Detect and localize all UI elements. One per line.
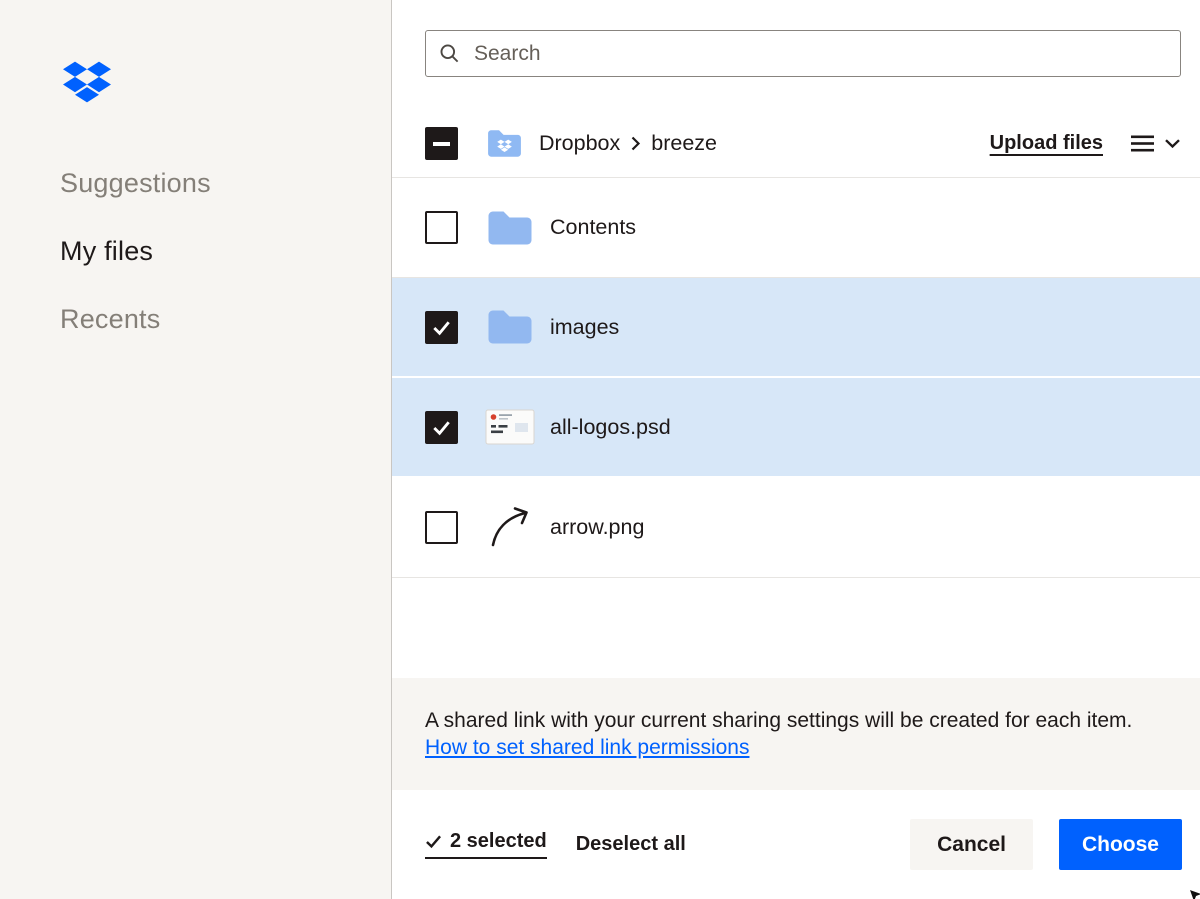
sidebar-item-suggestions[interactable]: Suggestions — [60, 168, 391, 199]
file-row-all-logos-psd[interactable]: all-logos.psd — [392, 378, 1200, 478]
main-panel: Dropbox breeze Upload files — [392, 0, 1200, 899]
sidebar-item-my-files[interactable]: My files — [60, 236, 391, 267]
search-input[interactable] — [425, 30, 1181, 77]
cancel-button[interactable]: Cancel — [910, 819, 1033, 870]
folder-icon — [485, 208, 535, 248]
upload-files-button[interactable]: Upload files — [990, 132, 1103, 155]
file-name: all-logos.psd — [550, 415, 671, 440]
check-icon — [430, 316, 453, 339]
search-text-field[interactable] — [472, 41, 1167, 67]
mouse-cursor — [1185, 885, 1200, 899]
selected-count-label: 2 selected — [450, 830, 547, 853]
breadcrumb-current: breeze — [651, 131, 717, 156]
sidebar: Suggestions My files Recents — [0, 0, 392, 899]
file-row-images[interactable]: images — [392, 278, 1200, 378]
row-checkbox[interactable] — [425, 511, 458, 544]
breadcrumb-root[interactable]: Dropbox — [539, 131, 620, 156]
arrow-thumbnail-icon — [485, 505, 535, 551]
search-icon — [439, 43, 460, 64]
dropbox-logo-icon — [60, 58, 391, 106]
chevron-down-icon — [1164, 138, 1181, 149]
breadcrumb: Dropbox breeze — [539, 131, 717, 156]
file-name: arrow.png — [550, 515, 644, 540]
header-actions: Upload files — [990, 132, 1181, 155]
psd-thumbnail-icon — [485, 407, 535, 447]
check-icon — [430, 416, 453, 439]
row-checkbox[interactable] — [425, 411, 458, 444]
search-area — [392, 0, 1200, 110]
empty-list-space — [392, 578, 1200, 678]
list-header: Dropbox breeze Upload files — [392, 110, 1200, 178]
shared-link-notice: A shared link with your current sharing … — [392, 678, 1200, 790]
file-name: Contents — [550, 215, 636, 240]
notice-text: A shared link with your current sharing … — [425, 709, 1132, 732]
choose-button[interactable]: Choose — [1059, 819, 1182, 870]
list-view-icon — [1130, 134, 1155, 153]
folder-icon — [485, 307, 535, 347]
row-checkbox[interactable] — [425, 211, 458, 244]
sidebar-item-recents[interactable]: Recents — [60, 304, 391, 335]
file-row-arrow-png[interactable]: arrow.png — [392, 478, 1200, 578]
file-row-contents[interactable]: Contents — [392, 178, 1200, 278]
shared-link-permissions-link[interactable]: How to set shared link permissions — [425, 736, 749, 759]
check-icon — [425, 834, 442, 849]
chevron-right-icon — [630, 135, 641, 152]
file-name: images — [550, 315, 619, 340]
row-checkbox[interactable] — [425, 311, 458, 344]
deselect-all-button[interactable]: Deselect all — [576, 833, 686, 856]
footer-bar: 2 selected Deselect all Cancel Choose — [392, 790, 1200, 899]
sidebar-nav: Suggestions My files Recents — [60, 168, 391, 335]
selected-count-dropdown[interactable]: 2 selected — [425, 830, 547, 859]
select-all-checkbox[interactable] — [425, 127, 458, 160]
view-mode-dropdown[interactable] — [1130, 134, 1181, 153]
dropbox-file-chooser: Suggestions My files Recents — [0, 0, 1200, 899]
dropbox-folder-icon — [486, 128, 523, 159]
